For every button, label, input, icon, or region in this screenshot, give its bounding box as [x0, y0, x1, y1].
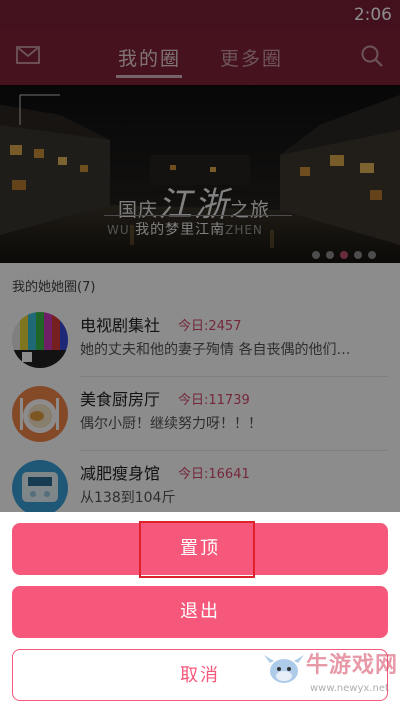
cow-mascot-icon	[264, 655, 304, 683]
watermark-text: 牛游戏网	[306, 653, 399, 678]
exit-circle-button[interactable]: 退出	[12, 586, 388, 638]
watermark-url: www.newyx.net	[310, 683, 389, 694]
site-watermark: 牛游戏网 www.newyx.net	[262, 645, 400, 711]
highlight-box	[139, 521, 255, 578]
